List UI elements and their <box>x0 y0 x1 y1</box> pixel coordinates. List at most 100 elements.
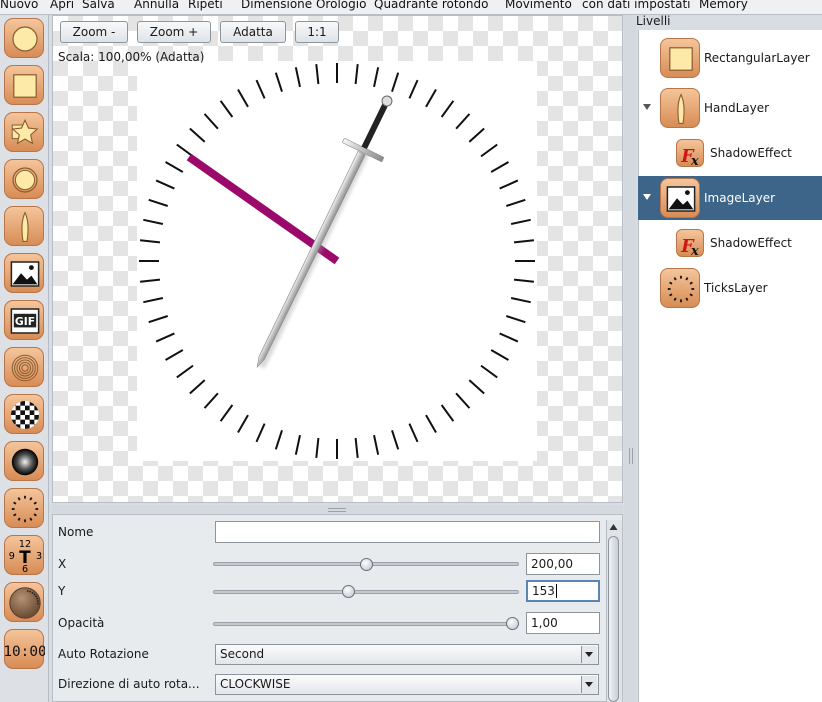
clock-tick <box>219 100 234 118</box>
text-circle-layer-tool[interactable] <box>4 582 44 622</box>
digital-layer-tool[interactable]: 10:00 <box>4 629 45 669</box>
concentric-circles-icon <box>11 354 39 382</box>
ticks-icon <box>11 495 39 523</box>
one-to-one-button[interactable]: 1:1 <box>295 21 339 43</box>
ticks-icon <box>667 275 695 303</box>
hand-layer-tool[interactable] <box>4 206 44 246</box>
clock-tick <box>480 143 498 158</box>
expander-icon[interactable] <box>643 104 651 110</box>
scrollbar-thumb[interactable] <box>608 536 619 702</box>
menu-ripeti[interactable]: Ripeti <box>188 0 223 11</box>
sphere-icon <box>11 448 39 476</box>
menu-apri[interactable]: Apri <box>50 0 74 11</box>
image-layer-tool[interactable] <box>4 253 44 293</box>
auto-rotation-label: Auto Rotazione <box>58 647 149 661</box>
clock-tick <box>499 332 519 343</box>
shape-layer-tool[interactable] <box>4 112 44 152</box>
opacity-field[interactable]: 1,00 <box>526 612 600 634</box>
y-field-value: 153 <box>532 584 555 598</box>
layer-row[interactable]: HandLayer <box>638 86 822 130</box>
clock-tick <box>468 379 485 395</box>
clock-tick <box>373 434 380 455</box>
circle-icon <box>12 26 38 52</box>
checker-layer-tool[interactable] <box>4 394 44 434</box>
numbers-layer-tool[interactable]: 12 9 3 6 T <box>4 535 44 575</box>
auto-rotation-direction-label: Direzione di auto rota... <box>58 677 200 691</box>
expander-icon[interactable] <box>643 194 651 200</box>
chevron-down-icon[interactable] <box>581 676 597 693</box>
opacity-slider-thumb[interactable] <box>506 617 519 630</box>
zoom-in-button[interactable]: Zoom + <box>137 21 211 43</box>
x-slider-thumb[interactable] <box>359 558 373 571</box>
name-label: Nome <box>58 525 94 539</box>
menu-dimensione-orologio[interactable]: Dimensione Orologio <box>241 0 366 11</box>
auto-rotation-direction-combo[interactable]: CLOCKWISE <box>215 674 599 695</box>
top-toolbar: Nuovo Apri Salva Annulla Ripeti Dimensio… <box>0 0 822 15</box>
fit-button[interactable]: Adatta <box>220 21 286 43</box>
layer-row[interactable]: ImageLayer <box>638 176 822 220</box>
gif-layer-tool[interactable]: GIF <box>4 300 44 340</box>
y-slider-track[interactable] <box>213 590 519 594</box>
clock-tick <box>165 161 184 173</box>
opacity-slider-track[interactable] <box>213 622 519 626</box>
digital-clock-icon: 10:00 <box>5 644 45 660</box>
concentric-layer-tool[interactable] <box>4 347 44 387</box>
clock-tick <box>315 63 320 85</box>
clock-tick <box>499 179 519 190</box>
svg-text:9: 9 <box>9 551 15 562</box>
layer-row[interactable]: Fx ShadowEffect <box>638 131 822 175</box>
menu-quadrante-rotondo[interactable]: Quadrante rotondo <box>374 0 488 11</box>
ticks-layer-tool[interactable] <box>4 488 44 528</box>
clock-tick <box>237 89 249 108</box>
menu-annulla[interactable]: Annulla <box>134 0 179 11</box>
sword-grip <box>361 101 389 150</box>
splitter-grip <box>328 508 346 512</box>
clock-tick <box>139 239 161 244</box>
gif-icon: GIF <box>10 308 40 334</box>
ellipse-layer-tool[interactable] <box>4 18 44 58</box>
sword-hand <box>256 95 393 369</box>
menu-movimento[interactable]: Movimento <box>505 0 572 11</box>
scroll-up-icon[interactable] <box>608 521 619 533</box>
clock-tick <box>354 437 359 459</box>
layer-row[interactable]: Fx ShadowEffect <box>638 221 822 265</box>
clock-tick <box>391 72 400 93</box>
svg-text:3: 3 <box>36 551 42 562</box>
clock-tick <box>237 414 249 433</box>
svg-text:GIF: GIF <box>15 315 35 328</box>
chevron-down-icon[interactable] <box>581 646 597 663</box>
y-slider-thumb[interactable] <box>341 585 355 598</box>
menu-nuovo[interactable]: Nuovo <box>0 0 38 11</box>
menu-salva[interactable]: Salva <box>82 0 115 11</box>
fx-icon: Fx <box>680 147 699 169</box>
clock-tick <box>510 297 531 304</box>
layer-row[interactable]: RectangularLayer <box>638 36 822 80</box>
clock-tick <box>513 239 535 244</box>
image-icon <box>10 261 40 287</box>
menu-memory[interactable]: Memory <box>699 0 748 11</box>
clock-tick <box>505 315 526 324</box>
layer-row[interactable]: TicksLayer <box>638 266 822 310</box>
effect-label: ShadowEffect <box>710 146 792 160</box>
zoom-out-button[interactable]: Zoom - <box>60 21 128 43</box>
x-field[interactable]: 200,00 <box>526 553 600 575</box>
effect-icon: Fx <box>676 229 704 259</box>
auto-rotation-combo[interactable]: Second <box>215 644 599 665</box>
vertical-splitter[interactable] <box>624 15 636 702</box>
gradient-layer-tool[interactable] <box>4 441 44 481</box>
clock-preview[interactable] <box>137 61 537 461</box>
y-field[interactable]: 153 <box>526 580 600 602</box>
rectangle-layer-tool[interactable] <box>4 65 44 105</box>
menu-con-dati-impostati[interactable]: con dati impostati <box>582 0 691 11</box>
ring-layer-tool[interactable] <box>4 159 44 199</box>
text-cursor <box>555 584 557 598</box>
y-label: Y <box>58 584 66 598</box>
clock-tick <box>408 79 419 99</box>
svg-text:x: x <box>690 244 699 258</box>
clock-tick <box>176 143 194 158</box>
layer-icon <box>660 268 700 308</box>
hand-icon <box>21 211 29 242</box>
name-field[interactable] <box>215 521 600 543</box>
ring-icon <box>12 167 38 193</box>
clock-tick <box>480 364 498 379</box>
